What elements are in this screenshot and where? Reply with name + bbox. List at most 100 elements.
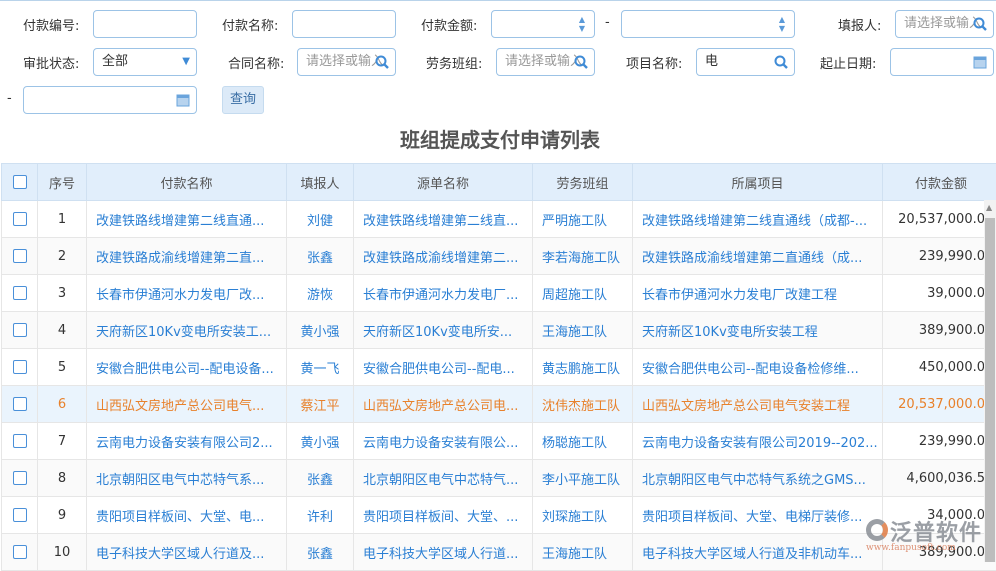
row-project-link[interactable]: 改建铁路成渝线增建第二直通线（成...	[633, 238, 883, 275]
row-team-link[interactable]: 李若海施工队	[533, 238, 633, 275]
row-team-link[interactable]: 李小平施工队	[533, 460, 633, 497]
amount-from-input[interactable]: ▲▼	[491, 10, 595, 38]
row-reporter-link[interactable]: 蔡江平	[287, 386, 354, 423]
row-source-link[interactable]: 天府新区10Kv变电所安...	[354, 312, 533, 349]
search-icon[interactable]	[374, 54, 390, 70]
reporter-input[interactable]: 请选择或输入	[895, 10, 994, 38]
row-reporter-link[interactable]: 游恢	[287, 275, 354, 312]
row-reporter-link[interactable]: 刘健	[287, 201, 354, 238]
row-checkbox[interactable]	[13, 286, 27, 300]
row-checkbox[interactable]	[13, 545, 27, 559]
row-reporter-link[interactable]: 许利	[287, 497, 354, 534]
row-checkbox[interactable]	[13, 471, 27, 485]
row-payment-name-link[interactable]: 云南电力设备安装有限公司2...	[87, 423, 287, 460]
col-team[interactable]: 劳务班组	[533, 164, 633, 201]
row-checkbox[interactable]	[13, 508, 27, 522]
select-all-checkbox[interactable]	[13, 175, 27, 189]
row-checkbox[interactable]	[13, 434, 27, 448]
row-project-link[interactable]: 长春市伊通河水力发电厂改建工程	[633, 275, 883, 312]
row-team-link[interactable]: 严明施工队	[533, 201, 633, 238]
row-checkbox-cell[interactable]	[2, 497, 38, 534]
row-checkbox-cell[interactable]	[2, 201, 38, 238]
scroll-up-icon[interactable]: ▲	[986, 203, 992, 212]
row-payment-name-link[interactable]: 贵阳项目样板间、大堂、电...	[87, 497, 287, 534]
col-payment-name[interactable]: 付款名称	[87, 164, 287, 201]
row-reporter-link[interactable]: 黄一飞	[287, 349, 354, 386]
search-icon[interactable]	[573, 54, 589, 70]
row-checkbox[interactable]	[13, 323, 27, 337]
row-team-link[interactable]: 王海施工队	[533, 312, 633, 349]
row-payment-name-link[interactable]: 改建铁路线增建第二线直通...	[87, 201, 287, 238]
row-source-link[interactable]: 长春市伊通河水力发电厂...	[354, 275, 533, 312]
spinner-icon[interactable]: ▲▼	[778, 15, 786, 33]
query-button[interactable]: 查询	[222, 86, 264, 114]
row-project-link[interactable]: 电子科技大学区域人行道及非机动车...	[633, 534, 883, 571]
row-source-link[interactable]: 电子科技大学区域人行道...	[354, 534, 533, 571]
table-row[interactable]: 10 电子科技大学区域人行道及... 张鑫 电子科技大学区域人行道... 王海施…	[2, 534, 996, 571]
contract-name-input[interactable]: 请选择或输入	[297, 48, 396, 76]
row-team-link[interactable]: 杨聪施工队	[533, 423, 633, 460]
row-team-link[interactable]: 沈伟杰施工队	[533, 386, 633, 423]
row-payment-name-link[interactable]: 北京朝阳区电气中芯特气系...	[87, 460, 287, 497]
row-checkbox[interactable]	[13, 360, 27, 374]
table-row[interactable]: 5 安徽合肥供电公司--配电设备... 黄一飞 安徽合肥供电公司--配电... …	[2, 349, 996, 386]
row-checkbox-cell[interactable]	[2, 460, 38, 497]
search-icon[interactable]	[972, 16, 988, 32]
row-checkbox-cell[interactable]	[2, 312, 38, 349]
row-reporter-link[interactable]: 黄小强	[287, 312, 354, 349]
row-source-link[interactable]: 安徽合肥供电公司--配电...	[354, 349, 533, 386]
col-amount[interactable]: 付款金额	[883, 164, 996, 201]
approval-status-select[interactable]: 全部▼	[93, 48, 197, 76]
table-row[interactable]: 2 改建铁路成渝线增建第二直... 张鑫 改建铁路成渝线增建第二... 李若海施…	[2, 238, 996, 275]
row-team-link[interactable]: 周超施工队	[533, 275, 633, 312]
row-checkbox[interactable]	[13, 249, 27, 263]
search-icon[interactable]	[773, 54, 789, 70]
payment-name-input[interactable]	[292, 10, 396, 38]
calendar-icon[interactable]	[175, 92, 191, 108]
amount-to-input[interactable]: ▲▼	[621, 10, 795, 38]
row-source-link[interactable]: 改建铁路成渝线增建第二...	[354, 238, 533, 275]
table-row[interactable]: 1 改建铁路线增建第二线直通... 刘健 改建铁路线增建第二线直... 严明施工…	[2, 201, 996, 238]
row-project-link[interactable]: 贵阳项目样板间、大堂、电梯厅装修...	[633, 497, 883, 534]
row-source-link[interactable]: 山西弘文房地产总公司电...	[354, 386, 533, 423]
row-checkbox-cell[interactable]	[2, 275, 38, 312]
row-project-link[interactable]: 云南电力设备安装有限公司2019--202...	[633, 423, 883, 460]
select-all-cell[interactable]	[2, 164, 38, 201]
project-name-input[interactable]: 电	[696, 48, 795, 76]
date-from-input[interactable]	[890, 48, 994, 76]
row-checkbox-cell[interactable]	[2, 423, 38, 460]
table-row[interactable]: 6 山西弘文房地产总公司电气... 蔡江平 山西弘文房地产总公司电... 沈伟杰…	[2, 386, 996, 423]
date-to-input[interactable]	[23, 86, 197, 114]
row-payment-name-link[interactable]: 改建铁路成渝线增建第二直...	[87, 238, 287, 275]
row-reporter-link[interactable]: 黄小强	[287, 423, 354, 460]
table-row[interactable]: 3 长春市伊通河水力发电厂改... 游恢 长春市伊通河水力发电厂... 周超施工…	[2, 275, 996, 312]
row-reporter-link[interactable]: 张鑫	[287, 460, 354, 497]
col-project[interactable]: 所属项目	[633, 164, 883, 201]
row-reporter-link[interactable]: 张鑫	[287, 238, 354, 275]
row-checkbox-cell[interactable]	[2, 534, 38, 571]
scrollbar-thumb[interactable]	[985, 218, 995, 562]
row-payment-name-link[interactable]: 电子科技大学区域人行道及...	[87, 534, 287, 571]
row-source-link[interactable]: 贵阳项目样板间、大堂、...	[354, 497, 533, 534]
table-row[interactable]: 7 云南电力设备安装有限公司2... 黄小强 云南电力设备安装有限公... 杨聪…	[2, 423, 996, 460]
row-project-link[interactable]: 山西弘文房地产总公司电气安装工程	[633, 386, 883, 423]
table-row[interactable]: 8 北京朝阳区电气中芯特气系... 张鑫 北京朝阳区电气中芯特气... 李小平施…	[2, 460, 996, 497]
col-seq[interactable]: 序号	[38, 164, 87, 201]
row-project-link[interactable]: 安徽合肥供电公司--配电设备检修维...	[633, 349, 883, 386]
row-source-link[interactable]: 改建铁路线增建第二线直...	[354, 201, 533, 238]
row-checkbox-cell[interactable]	[2, 386, 38, 423]
calendar-icon[interactable]	[972, 54, 988, 70]
col-source[interactable]: 源单名称	[354, 164, 533, 201]
row-checkbox-cell[interactable]	[2, 238, 38, 275]
row-source-link[interactable]: 云南电力设备安装有限公...	[354, 423, 533, 460]
row-payment-name-link[interactable]: 安徽合肥供电公司--配电设备...	[87, 349, 287, 386]
row-payment-name-link[interactable]: 山西弘文房地产总公司电气...	[87, 386, 287, 423]
row-team-link[interactable]: 王海施工队	[533, 534, 633, 571]
row-payment-name-link[interactable]: 天府新区10Kv变电所安装工...	[87, 312, 287, 349]
labor-team-input[interactable]: 请选择或输入	[496, 48, 595, 76]
row-checkbox[interactable]	[13, 397, 27, 411]
row-project-link[interactable]: 北京朝阳区电气中芯特气系统之GMS...	[633, 460, 883, 497]
table-row[interactable]: 9 贵阳项目样板间、大堂、电... 许利 贵阳项目样板间、大堂、... 刘琛施工…	[2, 497, 996, 534]
col-reporter[interactable]: 填报人	[287, 164, 354, 201]
spinner-icon[interactable]: ▲▼	[578, 15, 586, 33]
